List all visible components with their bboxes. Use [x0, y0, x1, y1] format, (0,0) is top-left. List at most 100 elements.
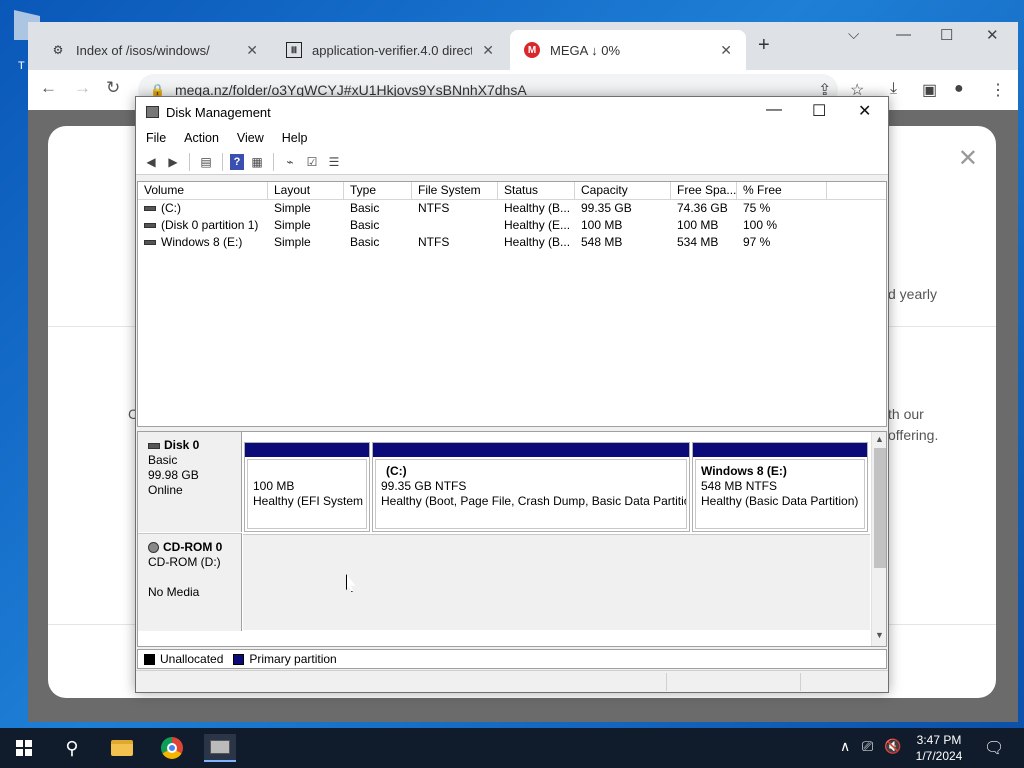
cdrom-area[interactable] [243, 534, 870, 630]
network-icon[interactable]: ⎚ [862, 738, 873, 755]
connect-icon[interactable]: ⌁ [281, 153, 299, 171]
fs-cell: NTFS [418, 235, 450, 249]
minimize-icon[interactable]: — [766, 101, 782, 119]
modal-text-fragment: th our [888, 406, 924, 422]
layout-cell: Simple [274, 218, 311, 232]
pct-free-cell: 75 % [743, 201, 771, 215]
tab-application-verifier[interactable]: Ⅲ application-verifier.4.0 directory l ✕ [272, 30, 508, 70]
tab-close-icon[interactable]: ✕ [246, 42, 258, 59]
new-tab-button[interactable]: + [758, 34, 770, 57]
profile-avatar-icon[interactable]: ● [954, 80, 964, 98]
forward-arrow-icon[interactable]: ▶ [164, 153, 182, 171]
scroll-thumb[interactable] [874, 448, 886, 568]
menu-help[interactable]: Help [282, 131, 308, 145]
legend-primary: Primary partition [249, 652, 337, 666]
status-bar [136, 670, 888, 692]
column-header-file-system[interactable]: File System [412, 182, 498, 199]
partition-e[interactable]: Windows 8 (E:) 548 MB NTFS Healthy (Basi… [692, 442, 868, 532]
partition-c[interactable]: (C:) 99.35 GB NTFS Healthy (Boot, Page F… [372, 442, 690, 532]
lock-icon: 🔒 [150, 83, 165, 97]
tab-strip: ⚙ Index of /isos/windows/ ✕ Ⅲ applicatio… [28, 22, 1018, 70]
back-arrow-icon[interactable]: ← [40, 78, 57, 98]
partition-body: (C:) 99.35 GB NTFS Healthy (Boot, Page F… [375, 459, 687, 529]
folder-icon [111, 740, 133, 756]
properties-icon[interactable]: ▦ [248, 153, 266, 171]
side-panel-icon[interactable]: ▣ [922, 80, 937, 100]
column-header-layout[interactable]: Layout [268, 182, 344, 199]
column-header-status[interactable]: Status [498, 182, 575, 199]
console-tree-icon[interactable]: ▤ [197, 153, 215, 171]
partition-bar [245, 443, 369, 457]
list-view-icon[interactable]: ☰ [325, 153, 343, 171]
clock[interactable]: 3:47 PM 1/7/2024 [900, 732, 978, 764]
partition-size: 99.35 GB NTFS [381, 479, 467, 493]
scroll-down-icon[interactable]: ▼ [875, 630, 884, 640]
scroll-up-icon[interactable]: ▲ [875, 434, 884, 444]
table-row[interactable]: (Disk 0 partition 1) Simple Basic Health… [138, 217, 886, 234]
download-icon[interactable]: ⤓ [890, 80, 897, 98]
close-icon[interactable]: ✕ [858, 101, 871, 121]
tab-close-icon[interactable]: ✕ [482, 42, 494, 59]
partition-status: Healthy (Basic Data Partition) [701, 494, 859, 508]
check-icon[interactable]: ☑ [303, 153, 321, 171]
partition-efi[interactable]: 100 MB Healthy (EFI System P [244, 442, 370, 532]
minimize-icon[interactable]: — [896, 26, 911, 43]
tab-search-chevron-icon[interactable]: ⌵ [848, 26, 859, 43]
disk-management-taskbar-button[interactable] [204, 734, 236, 762]
close-icon[interactable]: ✕ [986, 26, 999, 44]
status-cell [800, 673, 801, 691]
column-header-free-space[interactable]: Free Spa... [671, 182, 737, 199]
column-header-percent-free[interactable]: % Free [737, 182, 827, 199]
tab-index-isos[interactable]: ⚙ Index of /isos/windows/ ✕ [36, 30, 272, 70]
maximize-icon[interactable]: ☐ [940, 26, 953, 44]
capacity-cell: 548 MB [581, 235, 623, 249]
vertical-scrollbar[interactable]: ▲ ▼ [871, 432, 886, 646]
table-row[interactable]: Windows 8 (E:) Simple Basic NTFS Healthy… [138, 234, 886, 251]
cdrom-media: No Media [148, 585, 200, 599]
column-header-type[interactable]: Type [344, 182, 412, 199]
menu-view[interactable]: View [237, 131, 264, 145]
reload-icon[interactable]: ↻ [106, 78, 120, 98]
table-row[interactable]: (C:) Simple Basic NTFS Healthy (B... 99.… [138, 200, 886, 217]
chrome-button[interactable] [156, 734, 188, 762]
tab-title: Index of /isos/windows/ [76, 42, 210, 58]
notifications-icon[interactable]: 🗨 [984, 738, 1004, 758]
chrome-icon [161, 737, 183, 759]
unallocated-swatch [144, 653, 155, 665]
search-icon[interactable]: ⚲ [56, 734, 88, 762]
column-header-volume[interactable]: Volume [138, 182, 268, 199]
cdrom-drive: CD-ROM (D:) [148, 555, 221, 569]
help-icon[interactable]: ? [230, 153, 244, 170]
volume-muted-icon[interactable]: 🔇 [884, 738, 901, 755]
maximize-icon[interactable]: ☐ [812, 101, 826, 121]
cdrom-0-label[interactable]: CD-ROM 0 CD-ROM (D:) No Media [138, 533, 242, 631]
pct-free-cell: 100 % [743, 218, 778, 232]
disk-0-label[interactable]: Disk 0 Basic 99.98 GB Online [138, 432, 242, 532]
forward-arrow-icon[interactable]: → [74, 78, 91, 98]
menu-file[interactable]: File [146, 131, 166, 145]
tab-close-icon[interactable]: ✕ [720, 42, 732, 59]
partition-title: Windows 8 (E:) [701, 464, 787, 478]
drive-icon [144, 240, 156, 245]
start-button[interactable] [8, 734, 40, 762]
disk-management-icon [146, 106, 159, 118]
mega-icon: M [524, 42, 540, 58]
menu-action[interactable]: Action [184, 131, 219, 145]
back-arrow-icon[interactable]: ◀ [142, 153, 160, 171]
disk-graphical-view: Disk 0 Basic 99.98 GB Online 100 MB Heal… [137, 431, 887, 647]
tab-mega[interactable]: M MEGA ↓ 0% ✕ [510, 30, 746, 70]
free-cell: 100 MB [677, 218, 719, 232]
cd-rom-icon [148, 542, 159, 554]
disk-state: Online [148, 483, 183, 497]
free-cell: 534 MB [677, 235, 719, 249]
tray-chevron-icon[interactable]: ∧ [840, 738, 850, 755]
column-header-capacity[interactable]: Capacity [575, 182, 671, 199]
window-title: Disk Management [166, 104, 271, 120]
volume-list-header: Volume Layout Type File System Status Ca… [138, 182, 886, 200]
volume-cell: (Disk 0 partition 1) [138, 217, 268, 234]
capacity-cell: 100 MB [581, 218, 623, 232]
file-explorer-button[interactable] [106, 734, 138, 762]
fs-cell [412, 217, 498, 234]
menu-kebab-icon[interactable]: ⋮ [990, 80, 1006, 100]
modal-close-icon[interactable]: ✕ [958, 144, 978, 173]
